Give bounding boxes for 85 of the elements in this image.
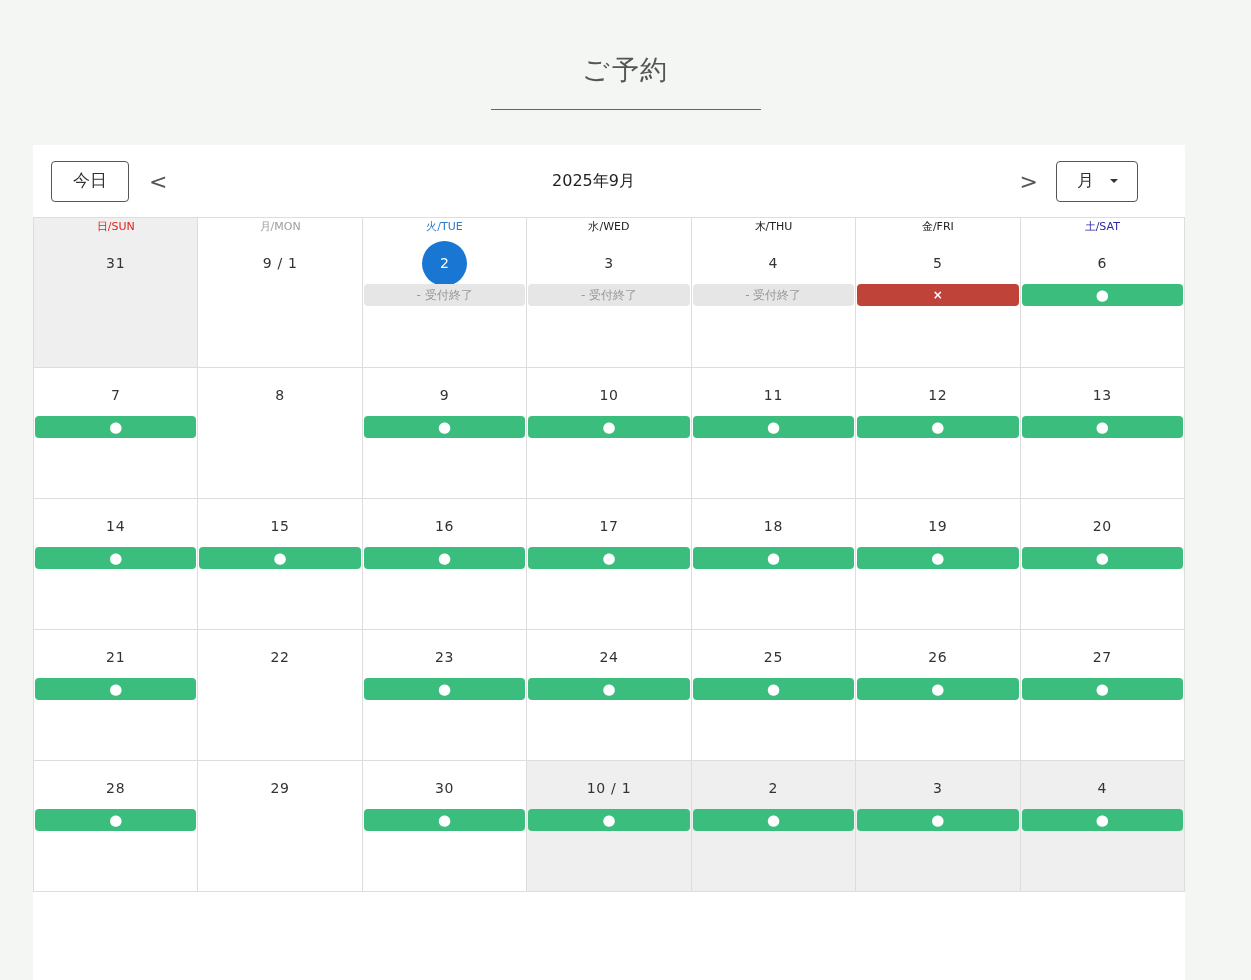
day-cell[interactable]: 7 ● xyxy=(34,368,199,499)
day-number: 27 xyxy=(1092,647,1112,667)
day-number: 13 xyxy=(1092,385,1112,405)
day-number: 10 xyxy=(599,385,619,405)
day-number: 18 xyxy=(763,516,784,536)
availability-bar[interactable]: × xyxy=(857,284,1019,306)
weekday-header: 火/TUE xyxy=(426,219,463,235)
day-cell[interactable]: 11 ● xyxy=(691,368,857,499)
day-cell[interactable]: 14 ● xyxy=(34,499,199,630)
view-select[interactable]: 月 xyxy=(1056,160,1138,202)
day-cell[interactable]: 10 ● xyxy=(527,368,692,499)
day-cell[interactable]: 17 ● xyxy=(527,499,692,630)
next-month-button[interactable]: > xyxy=(1015,164,1042,198)
day-number: 28 xyxy=(106,778,126,798)
day-number: 9 / 1 xyxy=(262,253,298,273)
day-cell[interactable]: 30 ● xyxy=(362,761,528,892)
day-number: 2 xyxy=(422,240,468,286)
day-cell[interactable]: 28 ● xyxy=(34,761,199,892)
day-cell[interactable]: 19 ● xyxy=(856,499,1021,630)
day-cell[interactable]: 8 xyxy=(198,368,363,499)
day-cell[interactable]: 土/SAT 6 ● xyxy=(1020,218,1185,368)
day-cell[interactable]: 2 ● xyxy=(691,761,857,892)
today-button[interactable]: 今日 xyxy=(51,160,129,202)
day-cell[interactable]: 13 ● xyxy=(1020,368,1185,499)
day-cell[interactable]: 木/THU 4 - 受付終了 xyxy=(691,218,857,368)
day-cell[interactable]: 16 ● xyxy=(362,499,528,630)
day-cell[interactable]: 月/MON 9 / 1 xyxy=(198,218,363,368)
day-number: 7 xyxy=(110,385,121,405)
day-number: 9 xyxy=(439,385,450,405)
day-cell[interactable]: 22 xyxy=(198,630,363,761)
day-number: 3 xyxy=(933,778,943,798)
day-cell[interactable]: 27 ● xyxy=(1020,630,1185,761)
day-number: 3 xyxy=(604,253,614,273)
day-number: 16 xyxy=(434,516,455,536)
previous-month-button[interactable]: < xyxy=(145,164,172,198)
day-cell[interactable]: 20 ● xyxy=(1020,499,1185,630)
day-cell[interactable]: 26 ● xyxy=(856,630,1021,761)
day-number: 5 xyxy=(933,253,943,273)
day-cell[interactable]: 10 / 1 ● xyxy=(527,761,692,892)
day-number: 25 xyxy=(763,647,784,667)
day-cell[interactable]: 23 ● xyxy=(362,630,528,761)
day-cell[interactable]: 25 ● xyxy=(691,630,857,761)
day-cell[interactable]: 12 ● xyxy=(856,368,1021,499)
day-number: 12 xyxy=(928,385,948,405)
day-number: 4 xyxy=(1097,778,1108,798)
day-number: 20 xyxy=(1092,516,1112,536)
day-cell[interactable]: 3 ● xyxy=(856,761,1021,892)
day-number: 4 xyxy=(768,253,779,273)
day-number: 31 xyxy=(106,253,126,273)
weekday-header: 水/WED xyxy=(588,219,630,235)
day-cell[interactable]: 4 ● xyxy=(1020,761,1185,892)
day-number: 21 xyxy=(106,647,126,667)
day-cell[interactable]: 24 ● xyxy=(527,630,692,761)
day-number: 17 xyxy=(599,516,619,536)
day-number: 2 xyxy=(768,778,779,798)
day-cell[interactable]: 18 ● xyxy=(691,499,857,630)
day-cell[interactable]: 金/FRI 5 × xyxy=(856,218,1021,368)
day-number: 29 xyxy=(270,778,290,798)
day-number: 22 xyxy=(270,647,290,667)
weekday-header: 土/SAT xyxy=(1084,219,1120,235)
day-cell[interactable]: 水/WED 3 - 受付終了 xyxy=(527,218,692,368)
weekday-header: 金/FRI xyxy=(921,219,954,235)
weekday-header: 木/THU xyxy=(754,219,793,235)
day-number: 10 / 1 xyxy=(586,778,632,798)
day-number: 19 xyxy=(928,516,948,536)
month-label: 2025年9月 xyxy=(552,170,635,192)
day-number: 11 xyxy=(763,385,784,405)
day-number: 8 xyxy=(275,385,285,405)
day-number: 15 xyxy=(270,516,290,536)
day-number: 30 xyxy=(434,778,455,798)
weekday-header: 日/SUN xyxy=(96,219,135,235)
day-cell[interactable]: 日/SUN 31 xyxy=(34,218,199,368)
weekday-header: 月/MON xyxy=(259,219,301,235)
day-cell[interactable]: 21 ● xyxy=(34,630,199,761)
day-number: 23 xyxy=(434,647,455,667)
day-cell[interactable]: 火/TUE 2 - 受付終了 xyxy=(362,218,528,368)
day-cell[interactable]: 9 ● xyxy=(362,368,528,499)
day-cell[interactable]: 15 ● xyxy=(198,499,363,630)
day-number: 6 xyxy=(1097,253,1108,273)
page-title: ご予約 xyxy=(582,53,669,87)
day-number: 24 xyxy=(599,647,619,667)
caret-icon xyxy=(1109,179,1118,183)
day-number: 26 xyxy=(928,647,948,667)
day-cell[interactable]: 29 xyxy=(198,761,363,892)
day-number: 14 xyxy=(106,516,126,536)
